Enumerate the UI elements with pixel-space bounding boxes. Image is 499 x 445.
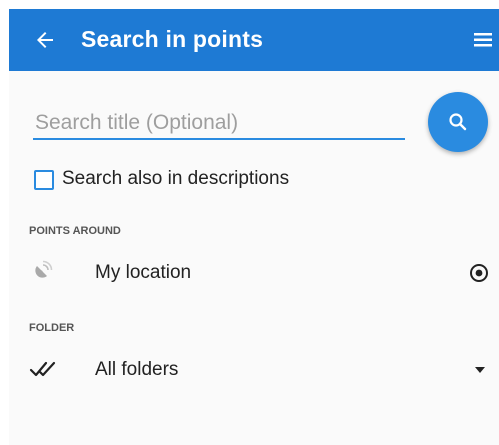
my-location-label: My location — [95, 262, 192, 283]
folder-select-label: All folders — [95, 359, 179, 380]
gps-signal-icon — [35, 260, 53, 278]
app-bar: Search in points — [9, 9, 499, 71]
search-descriptions-checkbox[interactable] — [34, 170, 54, 190]
dropdown-arrow-icon[interactable] — [474, 366, 486, 374]
search-descriptions-label[interactable]: Search also in descriptions — [62, 168, 289, 190]
folder-header: FOLDER — [29, 322, 75, 334]
page-title: Search in points — [81, 26, 264, 52]
search-in-points-screen: Search in points Search also in descript… — [0, 0, 499, 445]
search-title-input[interactable] — [33, 108, 405, 140]
points-around-header: POINTS AROUND — [29, 225, 121, 237]
double-check-icon — [29, 361, 56, 377]
search-icon — [449, 113, 467, 131]
target-location-icon[interactable] — [469, 263, 489, 283]
search-button[interactable] — [428, 92, 488, 152]
arrow-back-icon[interactable] — [33, 28, 57, 52]
hamburger-menu-icon[interactable] — [472, 30, 494, 50]
